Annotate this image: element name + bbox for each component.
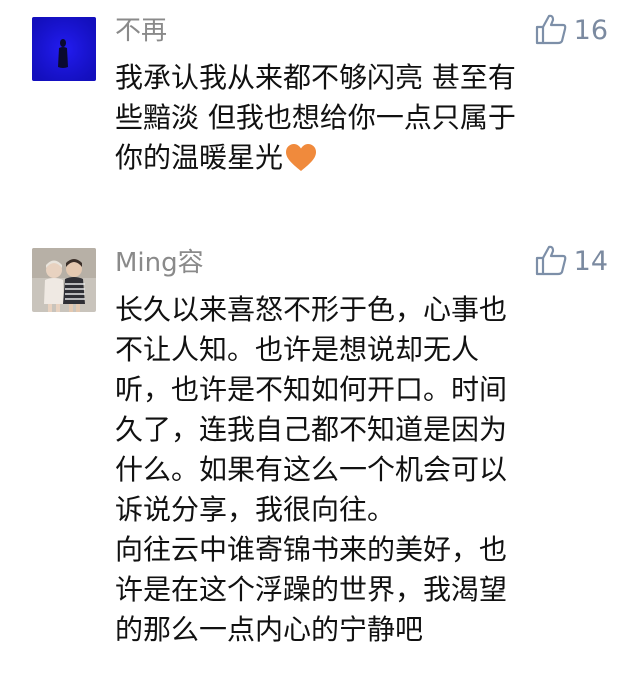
- comment-line: 向往云中谁寄锦书来的美好，也: [115, 533, 508, 566]
- thumbs-up-icon: [534, 13, 568, 49]
- like-button[interactable]: 14: [534, 245, 608, 279]
- like-count: 14: [573, 246, 608, 277]
- username[interactable]: Ming容: [115, 248, 204, 278]
- comment-line: 许是在这个浮躁的世界，我渴望: [115, 573, 508, 606]
- dark-blue-silhouette-avatar-icon: [32, 17, 96, 81]
- comment-text: 我承认我从来都不够闪亮 甚至有 些黯淡 但我也想给你一点只属于 你的温暖星光: [115, 58, 595, 178]
- two-children-photo-avatar-icon: [32, 248, 96, 312]
- comment-line: 听，也许是不知如何开口。时间: [115, 373, 508, 406]
- like-count: 16: [573, 15, 608, 46]
- avatar[interactable]: [32, 248, 96, 312]
- comment-line: 不让人知。也许是想说却无人: [115, 333, 480, 366]
- username[interactable]: 不再: [115, 16, 167, 46]
- comment-line: 长久以来喜怒不形于色，心事也: [115, 293, 508, 326]
- comment-line: 久了，连我自己都不知道是因为: [115, 413, 508, 446]
- comment-line: 的那么一点内心的宁静吧: [115, 613, 424, 646]
- comment-line: 诉说分享，我很向往。: [115, 493, 396, 526]
- comment-line: 什么。如果有这么一个机会可以: [115, 453, 508, 486]
- like-button[interactable]: 16: [534, 14, 608, 48]
- comment-line: 我承认我从来都不够闪亮 甚至有: [115, 61, 516, 94]
- comment-line-with-emoji: 你的温暖星光: [115, 138, 595, 178]
- thumbs-up-icon: [534, 244, 568, 280]
- comment-line: 些黯淡 但我也想给你一点只属于: [115, 101, 516, 134]
- comment-text: 长久以来喜怒不形于色，心事也 不让人知。也许是想说却无人 听，也许是不知如何开口…: [115, 290, 595, 650]
- comment-line: 你的温暖星光: [115, 141, 284, 174]
- orange-heart-icon: [285, 143, 317, 184]
- avatar[interactable]: [32, 17, 96, 81]
